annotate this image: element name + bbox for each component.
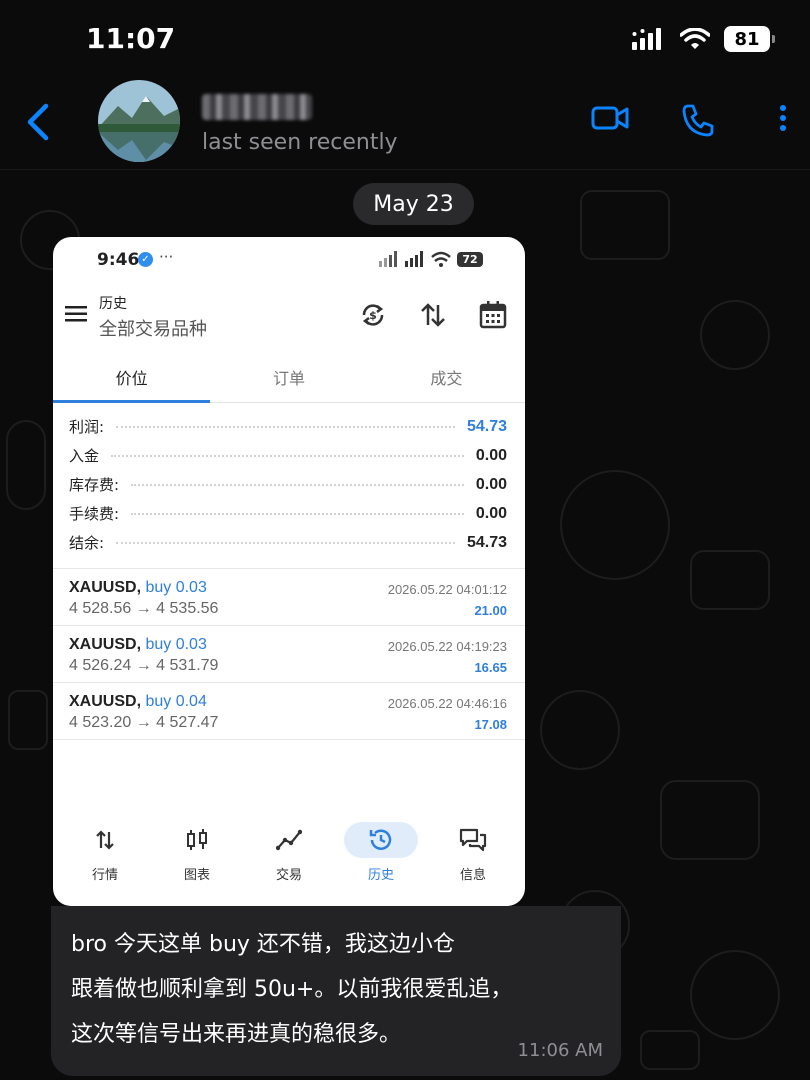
more-options-button[interactable] (772, 102, 794, 138)
tab-orders[interactable]: 订单 (210, 357, 367, 402)
cellular-signal-icon (632, 28, 661, 50)
deal-profit: 21.00 (474, 603, 507, 618)
nav-charts[interactable]: 图表 (157, 822, 237, 892)
battery-indicator: 72 (457, 251, 483, 267)
summary-label: 入金 (69, 447, 100, 465)
tab-deals[interactable]: 成交 (368, 357, 525, 402)
deal-symbol: XAUUSD, (69, 693, 142, 710)
contact-status: last seen recently (202, 130, 398, 155)
shared-screenshot-image[interactable]: 9:46 ✓ ··· 72 历史 全部交易品种 $ 价位 订单 成交 利润: 5… (53, 237, 525, 906)
calendar-icon[interactable] (479, 300, 507, 330)
deal-side: buy 0.04 (145, 693, 207, 710)
verified-check-icon: ✓ (138, 252, 153, 267)
summary-label: 利润: (69, 418, 105, 436)
summary-value: 0.00 (475, 504, 507, 522)
history-summary: 利润: 54.73 入金 0.00 库存费: 0.00 手续费: 0.00 结余… (69, 412, 507, 557)
signal-icon (405, 251, 423, 267)
summary-label: 库存费: (69, 476, 120, 494)
summary-row-balance: 结余: 54.73 (69, 528, 507, 557)
phone-icon (682, 104, 714, 137)
sync-dollar-icon[interactable]: $ (359, 301, 387, 329)
summary-label: 手续费: (69, 505, 120, 523)
summary-row-deposit: 入金 0.00 (69, 441, 507, 470)
deal-row[interactable]: XAUUSD, buy 0.03 4 526.24 → 4 531.79 202… (53, 626, 525, 683)
deal-row[interactable]: XAUUSD, buy 0.03 4 528.56 → 4 535.56 202… (53, 569, 525, 626)
trade-line-icon (276, 829, 302, 851)
deal-side: buy 0.03 (145, 579, 207, 596)
history-tabs: 价位 订单 成交 (53, 357, 525, 403)
deal-prices: 4 526.24 → 4 531.79 (69, 657, 219, 674)
app-title: 历史 (99, 296, 127, 312)
vertical-dots-icon (780, 105, 786, 131)
deal-time: 2026.05.22 04:01:12 (387, 582, 507, 597)
summary-row-commission: 手续费: 0.00 (69, 499, 507, 528)
deal-profit: 16.65 (474, 660, 507, 675)
deal-symbol: XAUUSD, (69, 636, 142, 653)
summary-row-profit: 利润: 54.73 (69, 412, 507, 441)
deal-symbol: XAUUSD, (69, 579, 142, 596)
deal-profit: 17.08 (474, 717, 507, 732)
nav-label: 信息 (459, 868, 486, 883)
deal-side: buy 0.03 (145, 636, 207, 653)
history-clock-icon (369, 829, 392, 850)
nav-trade[interactable]: 交易 (249, 822, 329, 892)
more-notifications-icon: ··· (159, 248, 174, 266)
message-bubble[interactable]: bro 今天这单 buy 还不错，我这边小仓 跟着做也顺利拿到 50u+。以前我… (51, 906, 621, 1076)
deal-row[interactable]: XAUUSD, buy 0.04 4 523.20 → 4 527.47 202… (53, 683, 525, 740)
summary-value: 54.73 (466, 533, 507, 551)
deal-prices: 4 523.20 → 4 527.47 (69, 714, 219, 731)
message-text: bro 今天这单 buy 还不错，我这边小仓 跟着做也顺利拿到 50u+。以前我… (71, 922, 601, 1057)
summary-label: 结余: (69, 534, 105, 552)
deal-time: 2026.05.22 04:19:23 (387, 639, 507, 654)
video-camera-icon (591, 106, 629, 130)
avatar[interactable] (98, 80, 180, 162)
video-call-button[interactable] (590, 102, 630, 138)
chat-header: last seen recently (0, 72, 810, 170)
message-line: 跟着做也顺利拿到 50u+。以前我很爱乱追， (71, 977, 513, 1002)
chevron-left-icon (27, 103, 49, 141)
wifi-icon (431, 251, 451, 267)
date-separator: May 23 (353, 183, 474, 225)
app-bar: 历史 全部交易品种 $ (53, 289, 525, 343)
svg-text:$: $ (369, 309, 377, 322)
hamburger-menu-icon[interactable] (65, 305, 87, 323)
summary-value: 0.00 (475, 446, 507, 464)
chat-bubbles-icon (459, 828, 487, 852)
message-line: bro 今天这单 buy 还不错，我这边小仓 (71, 932, 455, 957)
screenshot-time: 9:46 (97, 250, 140, 270)
battery-indicator: 81 (724, 26, 775, 52)
screenshot-status-bar: 9:46 ✓ ··· 72 (53, 237, 525, 283)
nav-quotes[interactable]: 行情 (65, 822, 145, 892)
nav-label: 历史 (367, 868, 394, 883)
mountain-lake-avatar-icon (98, 80, 180, 162)
summary-value: 54.73 (466, 417, 507, 435)
nav-label: 行情 (91, 868, 118, 883)
deals-list: XAUUSD, buy 0.03 4 528.56 → 4 535.56 202… (53, 568, 525, 740)
candlestick-icon (187, 829, 207, 850)
tab-positions[interactable]: 价位 (53, 357, 211, 403)
sort-arrows-icon[interactable] (419, 301, 447, 329)
summary-row-swap: 库存费: 0.00 (69, 470, 507, 499)
deal-prices: 4 528.56 → 4 535.56 (69, 600, 219, 617)
status-bar: 11:07 81 (0, 0, 810, 80)
contact-name-blurred[interactable] (202, 94, 312, 120)
message-time: 11:06 AM (517, 1040, 603, 1061)
voice-call-button[interactable] (680, 102, 716, 142)
status-time: 11:07 (86, 22, 176, 55)
nav-label: 交易 (275, 868, 302, 883)
summary-value: 0.00 (475, 475, 507, 493)
symbol-filter[interactable]: 全部交易品种 (99, 315, 207, 341)
wifi-icon (680, 28, 710, 49)
bottom-navigation: 行情 图表 交易 历史 信息 (53, 822, 525, 892)
nav-messages[interactable]: 信息 (433, 822, 513, 892)
nav-history[interactable]: 历史 (341, 822, 421, 892)
nav-label: 图表 (183, 868, 210, 883)
sort-arrows-icon (96, 830, 114, 850)
back-button[interactable] (18, 100, 58, 144)
deal-time: 2026.05.22 04:46:16 (387, 696, 507, 711)
signal-r-icon (379, 251, 397, 267)
